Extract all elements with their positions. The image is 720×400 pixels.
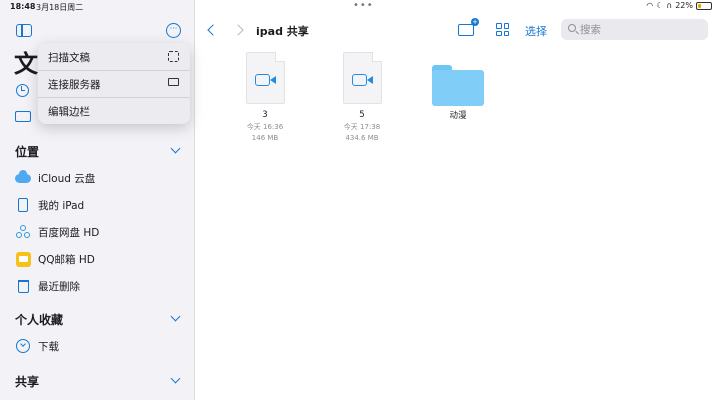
menu-item-label: 编辑边栏 (48, 106, 90, 118)
chevron-down-icon[interactable] (170, 373, 181, 384)
menu-item-scan-documents[interactable]: 扫描文稿 (38, 43, 190, 70)
chevron-down-icon[interactable] (170, 311, 181, 322)
search-input[interactable] (580, 22, 700, 37)
sidebar-item-label: 下载 (38, 340, 59, 353)
select-button[interactable]: 选择 (525, 23, 547, 39)
battery-percent: 22% (675, 1, 693, 10)
sidebar-options-menu: 扫描文稿 连接服务器 编辑边栏 (38, 43, 190, 124)
folder-icon[interactable] (432, 65, 484, 106)
file-item[interactable]: 3 今天 16:36 146 MB (230, 52, 300, 144)
file-thumbnail (245, 52, 285, 104)
back-chevron-icon[interactable] (207, 24, 219, 36)
recents-icon[interactable] (16, 84, 29, 97)
sidebar-item-label: QQ邮箱 HD (38, 253, 95, 266)
menu-item-label: 扫描文稿 (48, 52, 90, 64)
sidebar-item-icloud[interactable]: iCloud 云盘 (0, 166, 195, 190)
search-icon (568, 24, 576, 32)
headphones-icon: ∩ (666, 1, 673, 10)
sidebar-item-downloads[interactable]: 下载 (0, 334, 195, 358)
file-name: 5 (359, 110, 365, 120)
file-item[interactable]: 5 今天 17:38 434.6 MB (327, 52, 397, 144)
section-shared: 共享 (15, 375, 40, 389)
section-favorites: 个人收藏 (15, 313, 64, 327)
video-icon (254, 74, 276, 86)
sidebar-toggle-icon[interactable] (16, 24, 32, 37)
forward-chevron-icon[interactable] (232, 24, 244, 36)
status-bar: 18:48 3月18日周二 ••• ◠ ☾ ∩ 22% (0, 0, 720, 14)
sidebar-item-my-ipad[interactable]: 我的 iPad (0, 193, 195, 217)
battery-icon (696, 1, 712, 10)
folder-name[interactable]: 动漫 (428, 109, 488, 121)
sidebar-item-label: 百度网盘 HD (38, 226, 100, 239)
status-time: 18:48 (10, 2, 36, 11)
sidebar-item-label: 最近删除 (38, 280, 80, 293)
menu-item-label: 连接服务器 (48, 79, 101, 91)
monitor-icon (168, 78, 179, 86)
scan-icon (168, 51, 179, 62)
battery-fill (698, 3, 701, 8)
file-date: 今天 16:36 (246, 123, 284, 131)
qqmail-icon (15, 251, 31, 267)
file-name: 3 (262, 110, 268, 120)
multitasking-dots-icon[interactable]: ••• (353, 0, 374, 11)
more-options-icon[interactable]: ··· (166, 23, 181, 38)
status-right: ◠ ☾ ∩ 22% (646, 1, 712, 10)
new-folder-icon[interactable] (458, 18, 479, 36)
menu-item-connect-server[interactable]: 连接服务器 (38, 70, 190, 97)
menu-item-edit-sidebar[interactable]: 编辑边栏 (38, 97, 190, 124)
video-icon (351, 74, 373, 86)
download-icon (15, 338, 31, 354)
shared-folder-icon[interactable] (15, 111, 31, 122)
file-date: 今天 17:38 (343, 123, 381, 131)
sidebar-item-label: 我的 iPad (38, 199, 85, 212)
file-size: 146 MB (251, 134, 279, 142)
view-grid-icon[interactable] (496, 23, 509, 36)
sidebar-item-label: iCloud 云盘 (38, 172, 96, 185)
moon-icon: ☾ (656, 1, 664, 10)
sidebar-item-recently-deleted[interactable]: 最近删除 (0, 274, 195, 298)
sidebar-title: 文 (14, 50, 38, 78)
baidu-icon (15, 224, 31, 240)
folder-title: ipad 共享 (256, 25, 309, 38)
chevron-down-icon[interactable] (170, 143, 181, 154)
icloud-icon (15, 169, 31, 186)
file-size: 434.6 MB (345, 134, 379, 142)
trash-icon (15, 278, 31, 294)
file-thumbnail (342, 52, 382, 104)
sidebar-item-baidu[interactable]: 百度网盘 HD (0, 220, 195, 244)
search-field[interactable] (561, 19, 708, 40)
status-date: 3月18日周二 (36, 3, 84, 12)
ipad-icon (15, 197, 31, 213)
sidebar-item-qqmail[interactable]: QQ邮箱 HD (0, 247, 195, 271)
section-locations: 位置 (15, 145, 40, 159)
wifi-icon: ◠ (646, 1, 654, 10)
